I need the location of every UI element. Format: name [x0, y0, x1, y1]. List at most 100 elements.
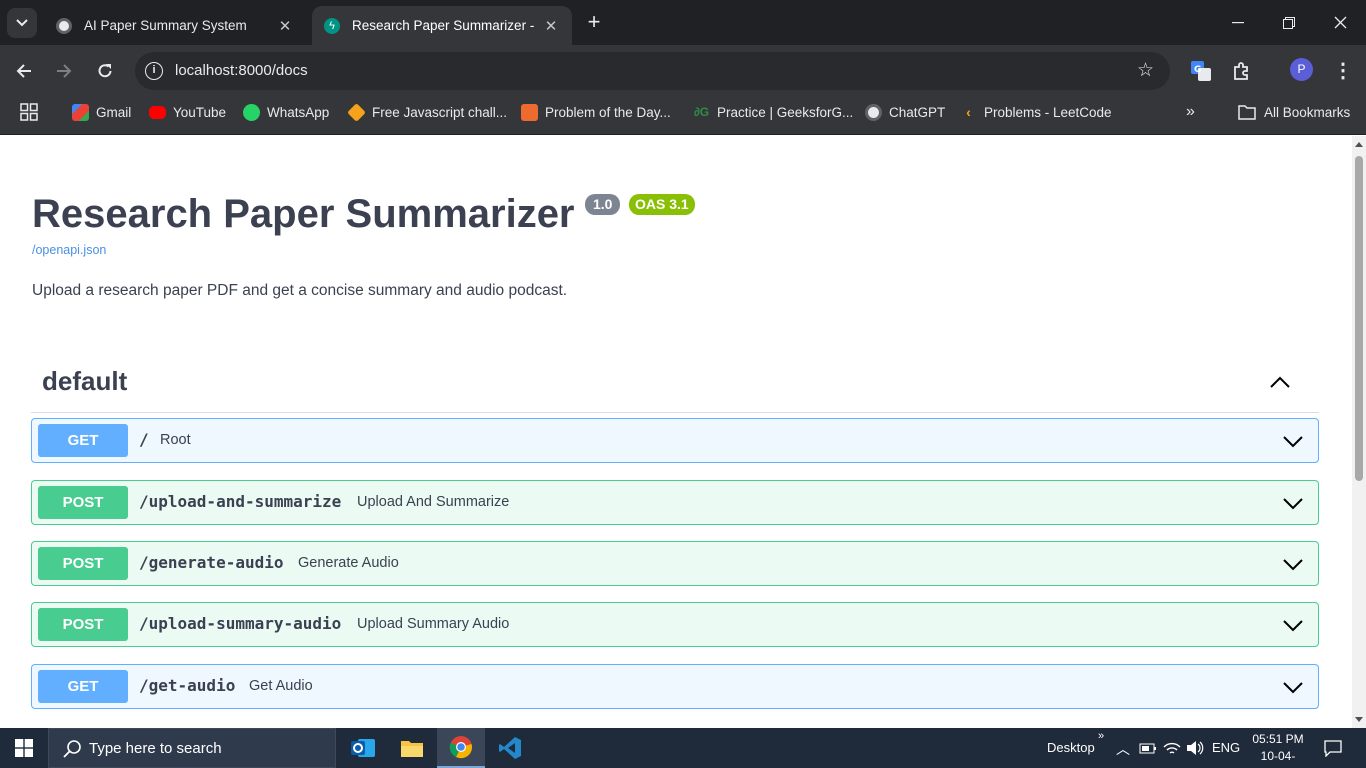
- scroll-thumb[interactable]: [1355, 156, 1363, 481]
- tab-title: Research Paper Summarizer - Sw: [352, 18, 536, 33]
- youtube-icon: [149, 105, 166, 119]
- search-icon: [63, 740, 81, 758]
- operation-summary: Upload Summary Audio: [357, 616, 510, 632]
- operation-path: /: [139, 430, 149, 449]
- method-badge: POST: [38, 486, 128, 519]
- oas-badge: OAS 3.1: [629, 194, 695, 215]
- bookmark-label: YouTube: [173, 104, 227, 120]
- operation-summary: Get Audio: [249, 678, 313, 694]
- restore-button[interactable]: [1263, 0, 1315, 45]
- desktop-toolbar-label[interactable]: Desktop: [1047, 740, 1095, 755]
- site-info-icon[interactable]: i: [145, 62, 163, 80]
- clock-time: 05:51 PM: [1252, 732, 1304, 746]
- file-explorer-app-icon[interactable]: [388, 728, 436, 768]
- extensions-icon[interactable]: [1230, 59, 1254, 83]
- openai-favicon-icon: [56, 17, 72, 34]
- chevron-down-icon: [16, 19, 28, 27]
- bookmark-chatgpt[interactable]: ChatGPT: [865, 97, 945, 127]
- scroll-up-arrow-icon[interactable]: [1355, 142, 1363, 147]
- chevron-down-icon[interactable]: [1282, 553, 1304, 575]
- operation-path: /upload-and-summarize: [139, 492, 342, 511]
- operation-post-upload-and-summarize[interactable]: POST /upload-and-summarize Upload And Su…: [31, 480, 1319, 525]
- vscode-app-icon[interactable]: [486, 728, 534, 768]
- reload-button[interactable]: [89, 55, 121, 87]
- bookmark-youtube[interactable]: YouTube: [149, 97, 226, 127]
- chevron-up-icon[interactable]: [1269, 372, 1291, 394]
- close-window-button[interactable]: [1314, 0, 1366, 45]
- version-badge: 1.0: [585, 194, 621, 215]
- outlook-app-icon[interactable]: [339, 728, 387, 768]
- desktop-toolbar-expand-icon[interactable]: »: [1098, 730, 1104, 742]
- operation-summary: Root: [160, 432, 191, 448]
- arrow-left-icon: [16, 64, 31, 78]
- bookmark-whatsapp[interactable]: WhatsApp: [243, 97, 329, 127]
- new-tab-button[interactable]: +: [581, 9, 607, 35]
- tab-research-paper-summarizer[interactable]: ϟ Research Paper Summarizer - Sw ✕: [312, 6, 572, 45]
- bookmark-geeksforgeeks[interactable]: ∂G Practice | GeeksforG...: [693, 97, 853, 127]
- profile-avatar[interactable]: P: [1290, 58, 1313, 81]
- volume-icon[interactable]: [1186, 740, 1204, 756]
- gmail-icon: [72, 103, 89, 121]
- windows-logo-icon: [15, 739, 33, 757]
- taskbar-search-box[interactable]: Type here to search: [48, 728, 336, 768]
- bookmark-problem-of-the-day[interactable]: Problem of the Day...: [521, 97, 671, 127]
- codingninjas-icon: [521, 103, 538, 121]
- wifi-icon[interactable]: [1163, 740, 1181, 756]
- leetcode-icon: ‹: [966, 103, 971, 120]
- apps-grid-icon[interactable]: [20, 97, 38, 127]
- swagger-ui-page: Research Paper Summarizer 1.0 OAS 3.1 /o…: [0, 136, 1352, 728]
- search-placeholder: Type here to search: [89, 740, 222, 757]
- tag-section-header[interactable]: default: [31, 360, 1319, 413]
- tab-search-button[interactable]: [7, 8, 37, 38]
- notification-center-icon[interactable]: [1324, 739, 1342, 757]
- bookmark-free-javascript[interactable]: Free Javascript chall...: [347, 97, 507, 127]
- operation-get-get-audio[interactable]: GET /get-audio Get Audio: [31, 664, 1319, 709]
- show-hidden-icons-chevron-up-icon[interactable]: ︿: [1116, 739, 1130, 759]
- browser-titlebar: AI Paper Summary System ✕ ϟ Research Pap…: [0, 0, 1366, 45]
- google-translate-icon[interactable]: G: [1189, 59, 1213, 83]
- chevron-down-icon[interactable]: [1282, 676, 1304, 698]
- bookmark-leetcode[interactable]: ‹ Problems - LeetCode: [960, 97, 1111, 127]
- operation-get-root[interactable]: GET / Root: [31, 418, 1319, 463]
- chevron-down-icon[interactable]: [1282, 614, 1304, 636]
- operation-post-generate-audio[interactable]: POST /generate-audio Generate Audio: [31, 541, 1319, 586]
- chevron-down-icon[interactable]: [1282, 492, 1304, 514]
- operation-summary: Generate Audio: [298, 555, 399, 571]
- bookmark-star-icon[interactable]: ☆: [1137, 59, 1154, 82]
- address-bar[interactable]: i localhost:8000/docs ☆: [135, 52, 1170, 90]
- operation-path: /get-audio: [139, 676, 236, 695]
- operation-summary: Upload And Summarize: [357, 494, 510, 510]
- url-text[interactable]: localhost:8000/docs: [175, 62, 308, 79]
- whatsapp-icon: [243, 103, 260, 121]
- operation-post-upload-summary-audio[interactable]: POST /upload-summary-audio Upload Summar…: [31, 602, 1319, 647]
- back-button[interactable]: [8, 55, 40, 87]
- start-button[interactable]: [0, 728, 48, 768]
- battery-icon[interactable]: [1139, 741, 1157, 755]
- bookmark-label: Gmail: [96, 104, 132, 120]
- method-badge: GET: [38, 670, 128, 703]
- all-bookmarks-label: All Bookmarks: [1264, 104, 1351, 120]
- svg-text:G: G: [1194, 65, 1201, 75]
- language-indicator[interactable]: ENG: [1212, 740, 1240, 755]
- tab-ai-paper-summary[interactable]: AI Paper Summary System ✕: [44, 6, 306, 45]
- close-tab-icon[interactable]: ✕: [542, 17, 560, 35]
- minimize-button[interactable]: [1212, 0, 1264, 45]
- scroll-down-arrow-icon[interactable]: [1355, 717, 1363, 722]
- chrome-app-icon[interactable]: [437, 728, 485, 768]
- chevron-down-icon[interactable]: [1282, 430, 1304, 452]
- chatgpt-icon: [865, 103, 882, 121]
- bookmark-label: Practice | GeeksforG...: [717, 104, 854, 120]
- more-bookmarks-icon[interactable]: »: [1186, 97, 1195, 127]
- all-bookmarks-folder[interactable]: All Bookmarks: [1238, 97, 1350, 127]
- system-clock[interactable]: 05:51 PM 10-04-2025: [1249, 731, 1307, 768]
- browser-menu-icon[interactable]: ⋮: [1333, 58, 1353, 83]
- fastapi-favicon-icon: ϟ: [324, 17, 340, 34]
- openapi-json-link[interactable]: /openapi.json: [32, 243, 106, 257]
- clock-date: 10-04-2025: [1260, 749, 1296, 768]
- restore-icon: [1283, 16, 1295, 29]
- forward-button[interactable]: [48, 55, 80, 87]
- close-tab-icon[interactable]: ✕: [276, 17, 294, 35]
- page-title: Research Paper Summarizer: [32, 192, 575, 236]
- page-scrollbar[interactable]: [1352, 136, 1366, 728]
- bookmark-gmail[interactable]: Gmail: [72, 97, 131, 127]
